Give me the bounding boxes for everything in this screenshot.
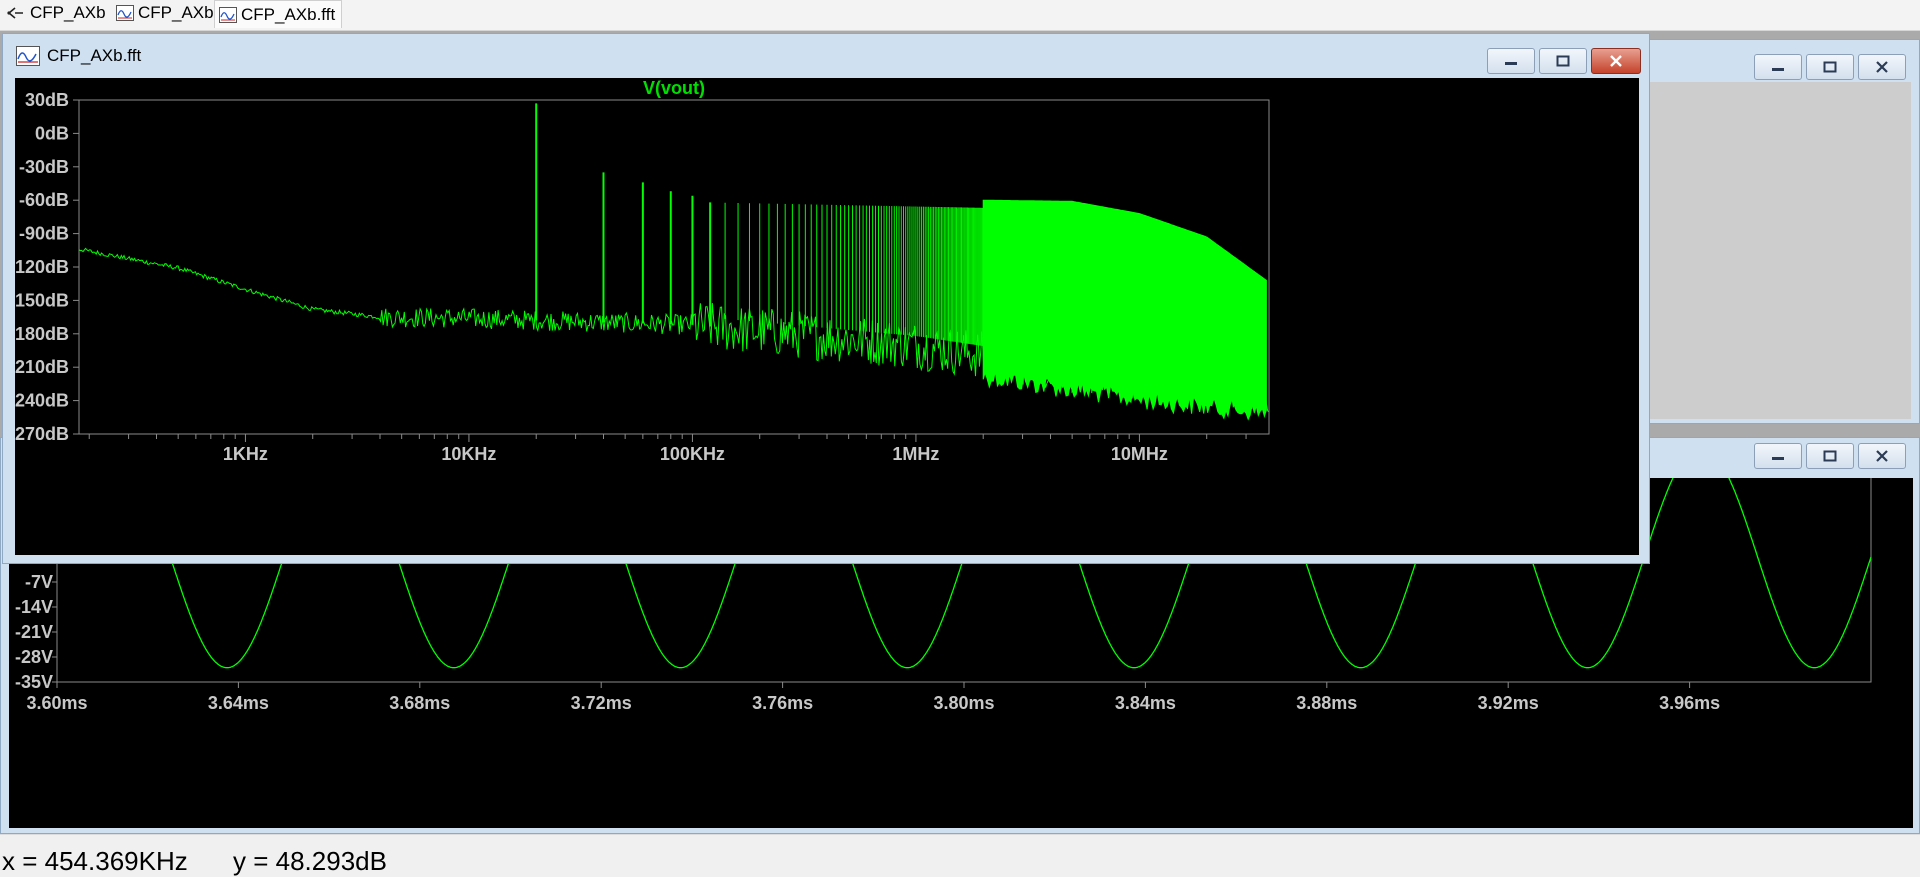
x-tick-label: 3.84ms (1115, 693, 1176, 713)
maximize-button[interactable] (1806, 443, 1854, 469)
y-tick-label: -120dB (15, 257, 69, 277)
close-icon (1876, 61, 1888, 73)
x-tick-label: 10KHz (441, 444, 496, 464)
fft-plot[interactable]: V(vout) 30dB 0dB -30dB -60dB -90dB -120dB -150d… (9, 78, 1639, 555)
window-title: CFP_AXb.fft (47, 46, 142, 65)
y-tick-label: -210dB (15, 357, 69, 377)
x-tick-label: 1MHz (892, 444, 939, 464)
status-bar: x = 454.369KHz y = 48.293dB (0, 834, 1920, 876)
x-tick-label: 100KHz (660, 444, 725, 464)
minimize-icon (1772, 457, 1784, 460)
maximize-icon (1556, 55, 1570, 67)
tab-label: CFP_AXb.fft (241, 4, 336, 24)
x-tick-label: 3.92ms (1478, 693, 1539, 713)
waveform-icon (219, 6, 237, 23)
close-icon (1610, 55, 1622, 67)
y-tick-label: -270dB (15, 424, 69, 444)
plot-title: V(vout) (643, 78, 705, 98)
cursor-x-readout: x = 454.369KHz (2, 846, 188, 876)
maximize-button[interactable] (1539, 48, 1587, 74)
minimize-button[interactable] (1754, 443, 1802, 469)
close-button[interactable] (1591, 48, 1641, 74)
tab-fft[interactable]: CFP_AXb.fft (214, 0, 343, 28)
x-tick-label: 3.72ms (571, 693, 632, 713)
x-tick-label: 3.80ms (933, 693, 994, 713)
minimize-button[interactable] (1754, 54, 1802, 80)
schematic-icon (7, 7, 23, 19)
x-tick-label: 3.68ms (389, 693, 450, 713)
cursor-y-readout: y = 48.293dB (233, 846, 387, 876)
maximize-icon (1823, 450, 1837, 462)
x-tick-label: 3.60ms (26, 693, 87, 713)
y-tick-label: -35V (15, 672, 53, 692)
x-tick-label: 1KHz (223, 444, 268, 464)
tab-label: CFP_AXb (138, 3, 214, 22)
close-button[interactable] (1858, 443, 1906, 469)
y-tick-label: -150dB (15, 290, 69, 310)
tab-schematic[interactable]: CFP_AXb (2, 0, 112, 26)
x-tick-label: 10MHz (1111, 444, 1168, 464)
x-tick-label: 3.96ms (1659, 693, 1720, 713)
minimize-icon (1772, 68, 1784, 71)
y-tick-label: 30dB (25, 90, 69, 110)
window-client-area (1649, 82, 1911, 419)
background-window-1[interactable] (1620, 39, 1920, 424)
y-tick-label: -240dB (15, 391, 69, 411)
y-tick-label: -28V (15, 647, 53, 667)
x-tick-label: 3.76ms (752, 693, 813, 713)
document-tab-bar: CFP_AXb CFP_AXb CFP_AXb.fft (0, 0, 1920, 31)
y-tick-label: -90dB (19, 224, 69, 244)
y-tick-label: -60dB (19, 190, 69, 210)
maximize-icon (1823, 61, 1837, 73)
fft-window[interactable]: CFP_AXb.fft V(vout) 30dB 0dB -30dB -60dB -90d… (2, 33, 1650, 564)
y-tick-label: -180dB (15, 324, 69, 344)
close-icon (1876, 450, 1888, 462)
x-tick-label: 3.88ms (1296, 693, 1357, 713)
maximize-button[interactable] (1806, 54, 1854, 80)
minimize-button[interactable] (1487, 48, 1535, 74)
waveform-icon (16, 46, 40, 66)
y-tick-label: 0dB (35, 123, 69, 143)
tab-waveform[interactable]: CFP_AXb (112, 0, 220, 26)
waveform-icon (116, 5, 134, 21)
close-button[interactable] (1858, 54, 1906, 80)
fft-window-titlebar[interactable]: CFP_AXb.fft (3, 34, 1649, 76)
tab-label: CFP_AXb (30, 3, 106, 22)
y-tick-label: -30dB (19, 157, 69, 177)
y-tick-label: -21V (15, 622, 53, 642)
x-tick-label: 3.64ms (208, 693, 269, 713)
minimize-icon (1505, 62, 1517, 65)
y-tick-label: -7V (25, 572, 53, 592)
fft-plot-area[interactable]: V(vout) 30dB 0dB -30dB -60dB -90dB -120dB -150d… (9, 78, 1639, 555)
y-tick-label: -14V (15, 597, 53, 617)
